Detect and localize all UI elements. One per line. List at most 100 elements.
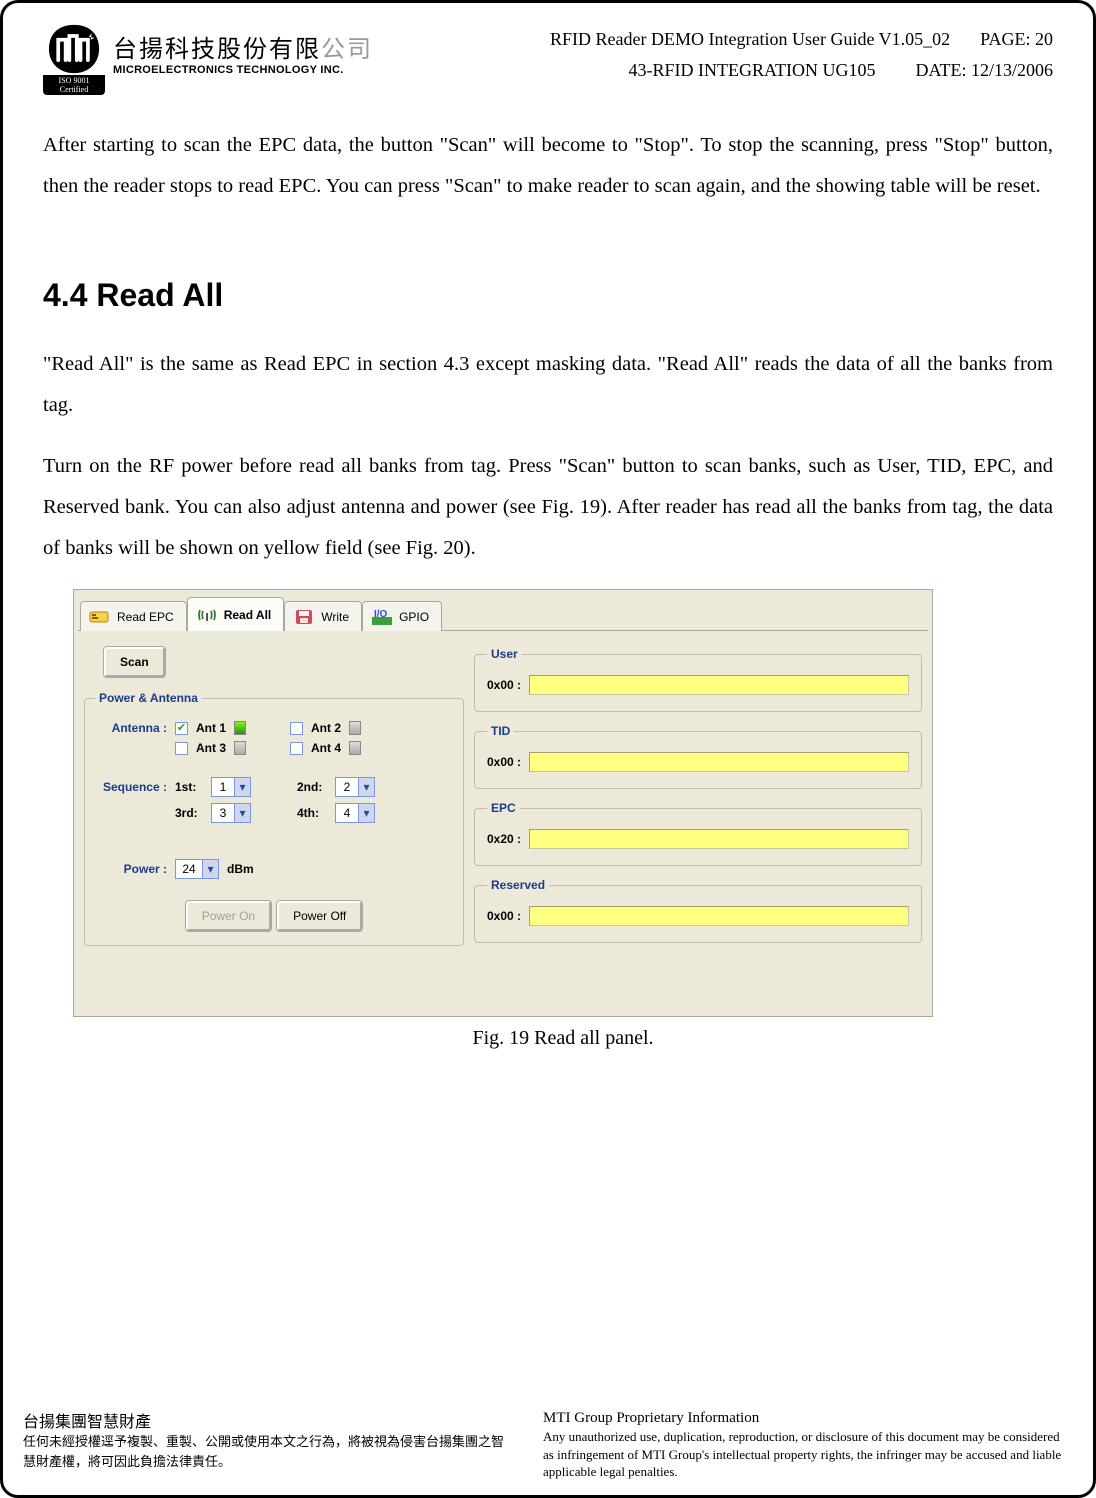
user-addr-row: 0x00 : (487, 675, 909, 695)
ant3-label: Ant 3 (196, 741, 226, 755)
seq4-value: 4 (336, 806, 358, 820)
tid-legend: TID (487, 724, 514, 738)
power-on-button[interactable]: Power On (186, 901, 271, 931)
tab-strip: Read EPC Read All Write I/O (74, 590, 932, 630)
ant2-label: Ant 2 (311, 721, 341, 735)
epc-legend: EPC (487, 801, 520, 815)
doc-code: 43-RFID INTEGRATION UG105 (629, 60, 876, 81)
seq1-combo[interactable]: 1 ▾ (211, 777, 251, 797)
app-panel: Read EPC Read All Write I/O (73, 589, 933, 1017)
tab-read-all[interactable]: Read All (187, 597, 285, 631)
tag-icon (89, 607, 111, 627)
user-value-field (529, 675, 909, 695)
tab-read-epc[interactable]: Read EPC (80, 601, 187, 631)
sequence-row-2: 3rd: 3 ▾ 4th: 4 ▾ (95, 803, 453, 823)
ant1-checkbox[interactable]: ✔ (175, 722, 188, 735)
tab-gpio[interactable]: I/O GPIO (362, 601, 442, 631)
seq3-combo[interactable]: 3 ▾ (211, 803, 251, 823)
tab-label: Write (321, 610, 349, 624)
sequence-label: Sequence : (95, 780, 167, 794)
doc-date: DATE: 12/13/2006 (916, 60, 1054, 81)
ant2-checkbox[interactable] (290, 722, 303, 735)
epc-addr-row: 0x20 : (487, 829, 909, 849)
power-off-button[interactable]: Power Off (277, 901, 362, 931)
sequence-row-1: Sequence : 1st: 1 ▾ 2nd: 2 ▾ (95, 777, 453, 797)
chevron-down-icon: ▾ (358, 804, 374, 822)
power-antenna-group: Power & Antenna Antenna : ✔ Ant 1 Ant 2 (84, 691, 464, 946)
panel-body: Scan Power & Antenna Antenna : ✔ Ant 1 A… (74, 631, 932, 956)
chevron-down-icon: ▾ (234, 804, 250, 822)
ant3-checkbox[interactable] (175, 742, 188, 755)
seq2-combo[interactable]: 2 ▾ (335, 777, 375, 797)
footer-en-body: Any unauthorized use, duplication, repro… (543, 1428, 1073, 1481)
reserved-addr-row: 0x00 : (487, 906, 909, 926)
reserved-addr-label: 0x00 : (487, 909, 521, 923)
io-icon: I/O (371, 607, 393, 627)
power-combo[interactable]: 24 ▾ (175, 859, 219, 879)
scan-button[interactable]: Scan (104, 647, 165, 677)
tab-write[interactable]: Write (284, 601, 362, 631)
ant1-label: Ant 1 (196, 721, 226, 735)
company-name-en: MICROELECTRONICS TECHNOLOGY INC. (113, 64, 373, 76)
seq3-label: 3rd: (175, 806, 203, 820)
page-number: PAGE: 20 (980, 29, 1053, 50)
antenna-icon (196, 605, 218, 625)
figure-caption: Fig. 19 Read all panel. (73, 1027, 1053, 1050)
seq2-label: 2nd: (297, 780, 327, 794)
footer-zh-title: 台揚集團智慧財產 (23, 1408, 513, 1432)
ant4-label: Ant 4 (311, 741, 341, 755)
company-name-cn: 台揚科技股份有限公司 (113, 29, 373, 64)
user-addr-label: 0x00 : (487, 678, 521, 692)
footer-zh: 台揚集團智慧財產 任何未經授權逕予複製、重製、公開或使用本文之行為，將被視為侵害… (23, 1408, 513, 1471)
paragraph-3: Turn on the RF power before read all ban… (43, 446, 1053, 569)
ant1-led-icon (234, 721, 246, 735)
logo-icon (43, 23, 105, 75)
epc-addr-label: 0x20 : (487, 832, 521, 846)
footer-zh-body: 任何未經授權逕予複製、重製、公開或使用本文之行為，將被視為侵害台揚集團之智慧財產… (23, 1432, 513, 1471)
company-name-cn-grey: 公司 (321, 37, 373, 63)
seq1-label: 1st: (175, 780, 203, 794)
ant2-led-icon (349, 721, 361, 735)
tab-label: Read EPC (117, 610, 174, 624)
seq1-value: 1 (212, 780, 234, 794)
user-legend: User (487, 647, 522, 661)
page-footer: 台揚集團智慧財產 任何未經授權逕予複製、重製、公開或使用本文之行為，將被視為侵害… (23, 1402, 1073, 1481)
seq4-combo[interactable]: 4 ▾ (335, 803, 375, 823)
ant4-checkbox[interactable] (290, 742, 303, 755)
page: ISO 9001 Certified 台揚科技股份有限公司 MICROELECT… (0, 0, 1096, 1498)
chevron-down-icon: ▾ (234, 778, 250, 796)
reserved-legend: Reserved (487, 878, 549, 892)
figure-19: Read EPC Read All Write I/O (73, 589, 1053, 1050)
doc-title: RFID Reader DEMO Integration User Guide … (550, 29, 950, 50)
company-name-cn-main: 台揚科技股份有限 (113, 37, 321, 63)
page-header: ISO 9001 Certified 台揚科技股份有限公司 MICROELECT… (43, 23, 1053, 95)
tid-addr-row: 0x00 : (487, 752, 909, 772)
epc-readout-group: EPC 0x20 : (474, 801, 922, 866)
footer-en: MTI Group Proprietary Information Any un… (543, 1408, 1073, 1481)
iso-cert-label: ISO 9001 Certified (43, 75, 105, 95)
antenna-label: Antenna : (95, 721, 167, 735)
svg-text:I/O: I/O (374, 609, 388, 620)
chevron-down-icon: ▾ (202, 860, 218, 878)
power-row: Power : 24 ▾ dBm (95, 859, 453, 879)
group-legend: Power & Antenna (95, 691, 202, 705)
seq3-value: 3 (212, 806, 234, 820)
chevron-down-icon: ▾ (358, 778, 374, 796)
save-icon (293, 607, 315, 627)
seq4-label: 4th: (297, 806, 327, 820)
tid-readout-group: TID 0x00 : (474, 724, 922, 789)
power-value: 24 (176, 862, 202, 876)
footer-en-title: MTI Group Proprietary Information (543, 1408, 1073, 1428)
ant3-led-icon (234, 741, 246, 755)
antenna-row-1: Antenna : ✔ Ant 1 Ant 2 (95, 721, 453, 735)
power-buttons-row: Power On Power Off (95, 901, 453, 931)
tab-label: Read All (224, 608, 272, 622)
tab-label: GPIO (399, 610, 429, 624)
power-label: Power : (95, 862, 167, 876)
reserved-readout-group: Reserved 0x00 : (474, 878, 922, 943)
company-logo: ISO 9001 Certified (43, 23, 105, 95)
paragraph-2: "Read All" is the same as Read EPC in se… (43, 344, 1053, 426)
paragraph-1: After starting to scan the EPC data, the… (43, 125, 1053, 207)
user-readout-group: User 0x00 : (474, 647, 922, 712)
right-column: User 0x00 : TID 0x00 : (474, 647, 922, 956)
